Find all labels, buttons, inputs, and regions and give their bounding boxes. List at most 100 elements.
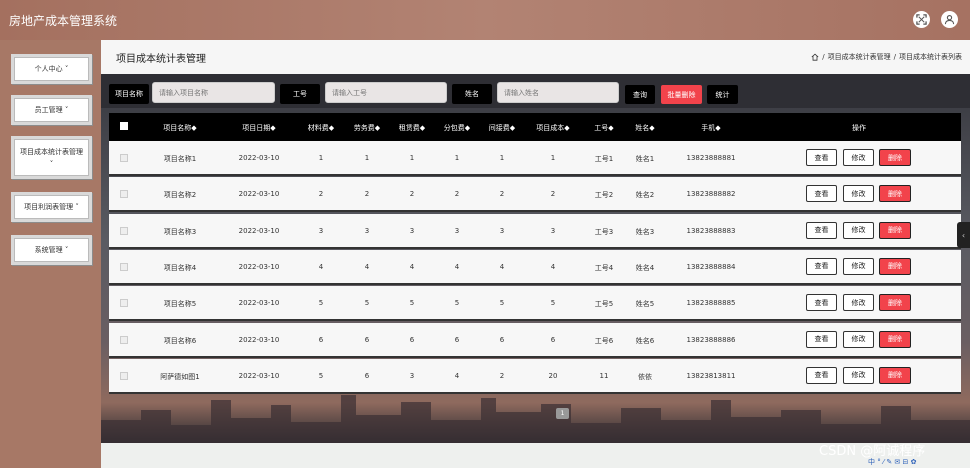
user-icon[interactable] xyxy=(941,11,958,28)
cell-name: 姓名4 xyxy=(635,263,655,272)
cell-empno: 11 xyxy=(599,371,609,380)
col-header-empno[interactable]: 工号◆ xyxy=(594,123,613,133)
sidebar: 个人中心 ˅ 员工管理 ˅ 项目成本统计表管理 ˅ 项目利润表管理 ˅ 系统管理… xyxy=(0,40,101,468)
delete-button[interactable]: 删除 xyxy=(879,366,911,384)
row-checkbox[interactable] xyxy=(120,154,128,162)
cell-labor-cost: 3 xyxy=(364,226,370,235)
col-header-material-cost[interactable]: 材料费◆ xyxy=(308,123,334,133)
view-button[interactable]: 查看 xyxy=(806,221,837,239)
view-button[interactable]: 查看 xyxy=(806,257,837,275)
select-all-checkbox[interactable] xyxy=(120,122,128,130)
row-checkbox[interactable] xyxy=(120,226,128,235)
delete-button[interactable]: 删除 xyxy=(879,149,911,166)
col-header-phone[interactable]: 手机◆ xyxy=(701,123,720,133)
cell-subcontract-cost: 1 xyxy=(454,154,460,162)
delete-button[interactable]: 删除 xyxy=(879,185,911,203)
view-button[interactable]: 查看 xyxy=(806,330,837,348)
col-header-subcontract-cost[interactable]: 分包费◆ xyxy=(444,123,470,133)
cell-empno: 工号5 xyxy=(594,300,614,309)
batch-delete-button[interactable]: 批量删除 xyxy=(661,85,702,104)
top-bar: 房地产成本管理系统 xyxy=(0,0,970,40)
name-input[interactable] xyxy=(497,82,619,103)
col-header-rental-cost[interactable]: 租赁费◆ xyxy=(399,123,425,133)
sidebar-item-system-management[interactable]: 系统管理 ˅ xyxy=(11,235,92,265)
table-row: 项目名称4 2022-03-10 4 4 4 4 4 4 工号4 姓名4 13823888884 查看… xyxy=(109,249,961,285)
breadcrumb-level1[interactable]: 项目成本统计表管理 xyxy=(828,52,891,62)
col-header-project-cost[interactable]: 项目成本◆ xyxy=(536,123,569,133)
cell-indirect-cost: 3 xyxy=(499,226,505,235)
delete-button[interactable]: 删除 xyxy=(879,330,911,348)
row-checkbox[interactable] xyxy=(120,190,128,199)
cell-empno: 工号3 xyxy=(594,227,614,236)
delete-button[interactable]: 删除 xyxy=(879,294,911,312)
table-row: 项目名称3 2022-03-10 3 3 3 3 3 3 工号3 姓名3 13823888883 查看… xyxy=(109,213,961,249)
cell-project-cost: 2 xyxy=(550,190,556,199)
cell-project-cost: 6 xyxy=(550,335,556,344)
cell-phone: 13823813811 xyxy=(686,371,736,380)
cell-name: 姓名1 xyxy=(635,155,655,163)
edit-button[interactable]: 修改 xyxy=(843,330,874,348)
empno-input[interactable] xyxy=(325,82,447,103)
edit-button[interactable]: 修改 xyxy=(843,221,874,239)
main-content: 项目成本统计表管理 / 项目成本统计表管理 / 项目成本统计表列表 项目名称 工… xyxy=(101,40,970,468)
col-header-project-date[interactable]: 项目日期◆ xyxy=(242,123,275,133)
cell-labor-cost: 6 xyxy=(364,371,370,380)
col-header-indirect-cost[interactable]: 间接费◆ xyxy=(489,123,515,133)
sidebar-item-project-cost-statistics[interactable]: 项目成本统计表管理 ˅ xyxy=(11,136,92,179)
cell-project-name: 项目名称4 xyxy=(163,263,197,272)
page-title: 项目成本统计表管理 xyxy=(116,54,206,65)
row-checkbox[interactable] xyxy=(120,335,128,344)
delete-button[interactable]: 删除 xyxy=(879,221,911,239)
view-button[interactable]: 查看 xyxy=(806,294,837,312)
cell-project-cost: 3 xyxy=(550,226,556,235)
cell-material-cost: 5 xyxy=(318,371,324,380)
cell-phone: 13823888881 xyxy=(686,154,736,162)
home-icon[interactable] xyxy=(811,53,819,61)
view-button[interactable]: 查看 xyxy=(806,366,837,384)
cell-subcontract-cost: 4 xyxy=(454,262,460,271)
cell-phone: 13823888884 xyxy=(686,262,736,271)
cell-subcontract-cost: 6 xyxy=(454,335,460,344)
col-header-name[interactable]: 姓名◆ xyxy=(635,123,654,133)
cell-phone: 13823888882 xyxy=(686,190,736,199)
view-button[interactable]: 查看 xyxy=(806,185,837,203)
col-header-project-name[interactable]: 项目名称◆ xyxy=(163,123,196,133)
cell-material-cost: 2 xyxy=(318,190,324,199)
fullscreen-icon[interactable] xyxy=(913,11,930,28)
view-button[interactable]: 查看 xyxy=(806,149,837,166)
side-toggle-tab[interactable]: ‹ xyxy=(957,222,970,248)
cell-name: 依依 xyxy=(638,372,652,381)
col-header-actions: 操作 xyxy=(852,124,866,132)
cell-subcontract-cost: 5 xyxy=(454,299,460,308)
edit-button[interactable]: 修改 xyxy=(843,294,874,312)
cell-project-date: 2022-03-10 xyxy=(238,190,280,199)
cell-project-date: 2022-03-10 xyxy=(238,226,280,235)
cell-indirect-cost: 1 xyxy=(499,154,505,162)
cell-labor-cost: 6 xyxy=(364,335,370,344)
query-button[interactable]: 查询 xyxy=(625,85,655,104)
cell-rental-cost: 2 xyxy=(409,190,415,199)
edit-button[interactable]: 修改 xyxy=(843,185,874,203)
row-checkbox[interactable] xyxy=(120,299,128,308)
edit-button[interactable]: 修改 xyxy=(843,149,874,166)
sidebar-item-project-profit[interactable]: 项目利润表管理 ˅ xyxy=(11,192,92,222)
edit-button[interactable]: 修改 xyxy=(843,257,874,275)
sidebar-item-employee-management[interactable]: 员工管理 ˅ xyxy=(11,95,92,125)
sidebar-item-personal-center[interactable]: 个人中心 ˅ xyxy=(11,54,92,84)
edit-button[interactable]: 修改 xyxy=(843,366,874,384)
delete-button[interactable]: 删除 xyxy=(879,257,911,275)
app-title: 房地产成本管理系统 xyxy=(9,14,118,28)
stats-button[interactable]: 统计 xyxy=(707,85,738,104)
project-name-input[interactable] xyxy=(152,82,275,103)
row-checkbox[interactable] xyxy=(120,262,128,271)
cell-project-name: 项目名称2 xyxy=(163,191,197,200)
cell-subcontract-cost: 2 xyxy=(454,190,460,199)
name-label: 姓名 xyxy=(452,84,492,104)
col-header-labor-cost[interactable]: 劳务费◆ xyxy=(354,123,380,133)
cell-project-name: 项目名称3 xyxy=(163,227,197,236)
cell-indirect-cost: 2 xyxy=(499,371,505,380)
cell-rental-cost: 1 xyxy=(409,154,415,162)
pagination-page-1[interactable]: 1 xyxy=(556,408,569,419)
row-checkbox[interactable] xyxy=(120,371,128,380)
table-row: 项目名称6 2022-03-10 6 6 6 6 6 6 工号6 姓名6 13823888886 查看… xyxy=(109,322,961,358)
